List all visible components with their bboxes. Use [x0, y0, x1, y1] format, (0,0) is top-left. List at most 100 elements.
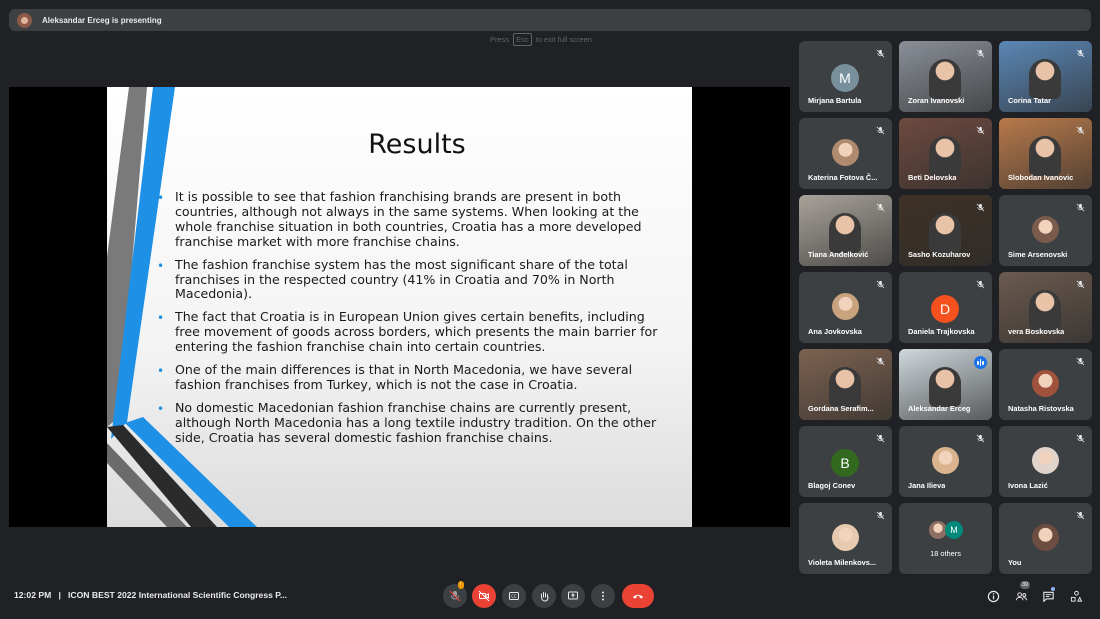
participant-tile[interactable]: Sime Arsenovski	[999, 195, 1092, 266]
presenter-avatar	[17, 12, 32, 28]
participant-tile[interactable]: Sasho Kozuharov	[899, 195, 992, 266]
camera-off-icon	[478, 590, 490, 602]
participant-name: Tiana Anđelković	[808, 250, 869, 259]
presentation-slide: Results • It is possible to see that fash…	[107, 87, 692, 527]
bullet-item: • One of the main differences is that in …	[157, 362, 633, 392]
person-silhouette	[929, 136, 961, 176]
activities-icon	[1070, 590, 1082, 602]
avatar	[832, 293, 859, 320]
participant-tile[interactable]: Ana Jovkovska	[799, 272, 892, 343]
participant-tile[interactable]: You	[999, 503, 1092, 574]
participant-name: Natasha Ristovska	[1008, 404, 1074, 413]
mic-muted-indicator	[1074, 355, 1086, 367]
chat-icon	[1042, 591, 1054, 602]
people-icon	[1015, 591, 1027, 600]
participant-tile[interactable]: Beti Delovska	[899, 118, 992, 189]
mic-muted-indicator	[874, 355, 886, 367]
svg-text:CC: CC	[511, 594, 517, 599]
mic-muted-indicator	[974, 124, 986, 136]
mic-warning-badge: !	[458, 581, 464, 589]
participant-tile[interactable]: vera Boskovska	[999, 272, 1092, 343]
bullet-item: • It is possible to see that fashion fran…	[157, 189, 642, 249]
mic-button[interactable]: !	[443, 581, 467, 608]
clock: 12:02 PM	[14, 590, 52, 600]
mic-off-icon	[876, 49, 884, 57]
participant-name: vera Boskovska	[1008, 327, 1065, 336]
separator: |	[58, 590, 61, 600]
participant-tile[interactable]: Jana Ilieva	[899, 426, 992, 497]
bullet-item: • The fact that Croatia is in European Un…	[157, 309, 658, 355]
mic-muted-indicator	[1074, 124, 1086, 136]
participant-tile[interactable]: B Blagoj Conev	[799, 426, 892, 497]
mic-muted-indicator	[874, 201, 886, 213]
mic-muted-indicator	[974, 47, 986, 59]
avatar	[932, 447, 959, 474]
present-button[interactable]	[561, 584, 585, 608]
participant-name: Mirjana Bartula	[808, 96, 862, 105]
meeting-title: ICON BEST 2022 International Scientific …	[68, 590, 288, 600]
mic-off-icon	[876, 203, 884, 211]
people-button[interactable]: 39	[1013, 581, 1031, 604]
avatar: M	[945, 521, 963, 539]
meeting-details-button[interactable]	[985, 588, 1001, 604]
mic-muted-indicator	[874, 509, 886, 521]
mic-off-icon	[1076, 126, 1084, 134]
participant-tile[interactable]: Ivona Lazić	[999, 426, 1092, 497]
more-options-button[interactable]	[591, 584, 615, 608]
mic-off-icon	[876, 280, 884, 288]
mic-off-icon	[876, 511, 884, 519]
esc-key: Esc	[513, 33, 532, 46]
mic-off-icon	[449, 590, 461, 602]
captions-button[interactable]: CC	[502, 584, 526, 608]
mic-off-icon	[1076, 49, 1084, 57]
mic-off-icon	[1076, 203, 1084, 211]
hint-rest: to exit full screen	[535, 35, 592, 44]
participant-tile[interactable]: Slobodan Ivanovic	[999, 118, 1092, 189]
leave-call-button[interactable]	[622, 584, 654, 608]
participant-tile[interactable]: M Mirjana Bartula	[799, 41, 892, 112]
captions-icon: CC	[509, 592, 519, 600]
chat-unread-dot	[1051, 587, 1055, 591]
participant-tile[interactable]: Natasha Ristovska	[999, 349, 1092, 420]
bullet-item: • The fashion franchise system has the mo…	[157, 256, 628, 302]
participant-tile[interactable]: Gordana Serafim...	[799, 349, 892, 420]
person-silhouette	[829, 367, 861, 407]
participant-tile[interactable]: Zoran Ivanovski	[899, 41, 992, 112]
mic-off-icon	[876, 434, 884, 442]
participant-tile[interactable]: M 18 others	[899, 503, 992, 574]
mic-off-icon	[1076, 357, 1084, 365]
person-silhouette	[929, 213, 961, 253]
info-icon	[987, 590, 999, 602]
mic-muted-indicator	[874, 432, 886, 444]
presentation-stage: Results • It is possible to see that fash…	[9, 87, 790, 527]
activities-button[interactable]	[1068, 588, 1084, 604]
mic-muted-indicator	[974, 432, 986, 444]
participant-name: Beti Delovska	[908, 173, 957, 182]
raise-hand-button[interactable]	[532, 584, 556, 608]
participant-tile[interactable]: Violeta Milenkovs...	[799, 503, 892, 574]
avatar	[1032, 447, 1059, 474]
person-silhouette	[1029, 136, 1061, 176]
avatar	[1032, 370, 1059, 397]
participant-name: Blagoj Conev	[808, 481, 856, 490]
participant-name: 18 others	[930, 549, 961, 558]
mic-off-icon	[1076, 434, 1084, 442]
presenter-banner: Aleksandar Erceg is presenting	[9, 9, 1091, 31]
avatar	[832, 139, 859, 166]
participant-name: Sime Arsenovski	[1008, 250, 1068, 259]
participant-tile[interactable]: Corina Tatar	[999, 41, 1092, 112]
participant-tile[interactable]: Tiana Anđelković	[799, 195, 892, 266]
participant-tile[interactable]: Katerina Fotova Č...	[799, 118, 892, 189]
camera-button[interactable]	[472, 584, 496, 608]
person-silhouette	[929, 59, 961, 99]
participant-name: Slobodan Ivanovic	[1008, 173, 1074, 182]
participant-tile[interactable]: D Daniela Trajkovska	[899, 272, 992, 343]
slide-bullets: • It is possible to see that fashion fran…	[157, 189, 665, 454]
bullet-item: • No domestic Macedonian fashion franchis…	[157, 399, 657, 445]
participant-tile[interactable]: Aleksandar Erceg	[899, 349, 992, 420]
participant-name: Daniela Trajkovska	[908, 327, 975, 336]
mic-off-icon	[976, 280, 984, 288]
chat-button[interactable]	[1040, 587, 1056, 604]
mic-muted-indicator	[1074, 432, 1086, 444]
mic-off-icon	[976, 434, 984, 442]
